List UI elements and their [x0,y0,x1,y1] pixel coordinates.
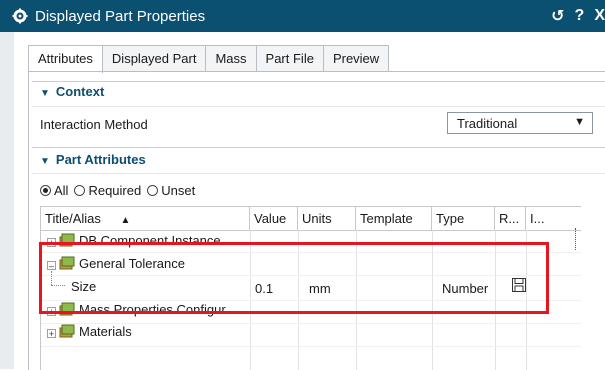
tree-line [51,285,65,287]
interaction-method-label: Interaction Method [40,117,148,132]
help-icon[interactable]: ? [575,7,585,25]
radio-all-label: All [54,183,69,198]
attribute-filter-radios: All Required Unset [40,183,201,198]
table-header: Title/Alias ▲ Value Units Template Type … [41,207,581,231]
column-units[interactable]: Units [298,207,356,230]
table-row[interactable]: Materials [79,324,132,339]
attribute-group-icon [59,233,75,247]
radio-unset[interactable] [147,185,159,196]
tab-mass[interactable]: Mass [205,45,257,72]
size-type[interactable]: Number [442,281,488,296]
tab-attributes[interactable]: Attributes [28,45,103,73]
column-type[interactable]: Type [432,207,495,230]
tab-part-file[interactable]: Part File [255,45,324,72]
table-row[interactable]: Mass Properties Configur... [79,302,236,317]
interaction-method-dropdown[interactable]: Traditional ▼ [447,112,593,134]
interaction-method-value: Traditional [457,116,518,131]
column-template[interactable]: Template [356,207,432,230]
reset-icon[interactable]: ↺ [551,6,564,26]
row-focus-indicator [575,228,577,250]
attributes-table: Title/Alias ▲ Value Units Template Type … [40,206,581,370]
radio-unset-label: Unset [161,183,196,198]
left-strip [0,32,14,369]
column-title-alias[interactable]: Title/Alias ▲ [41,207,250,230]
table-row[interactable]: General Tolerance [79,256,185,271]
section-divider [32,147,605,148]
column-title-label: Title/Alias [45,211,101,226]
chevron-down-icon: ▼ [40,156,50,167]
attribute-group-icon [59,324,75,338]
radio-required-label: Required [88,183,142,198]
expand-icon[interactable]: + [47,307,56,317]
section-divider [32,106,605,107]
collapse-icon[interactable]: – [47,261,56,271]
row-divider [41,275,581,276]
tab-preview[interactable]: Preview [322,45,390,72]
tab-bar: Attributes Displayed Part Mass Part File… [28,45,390,73]
column-value[interactable]: Value [250,207,298,230]
row-divider [41,346,581,347]
part-attributes-header-label: Part Attributes [55,152,146,167]
close-icon[interactable]: X [594,7,605,25]
radio-required[interactable] [74,185,86,196]
table-row[interactable]: Size [71,279,96,294]
expand-icon[interactable]: + [47,329,56,339]
column-r[interactable]: R... [495,207,526,230]
row-divider [41,300,581,301]
attribute-group-icon [59,256,75,270]
tab-displayed-part[interactable]: Displayed Part [101,45,207,72]
chevron-down-icon: ▼ [40,88,50,99]
size-units[interactable]: mm [309,281,331,296]
gear-icon [12,8,28,24]
radio-all[interactable] [40,185,51,196]
context-section-header[interactable]: ▼ Context [40,84,104,99]
section-divider [32,173,605,174]
tree-line [51,271,53,285]
expand-icon[interactable]: + [47,238,56,248]
context-header-label: Context [55,84,105,99]
row-divider [41,252,581,253]
sort-ascending-icon: ▲ [120,215,131,226]
save-icon[interactable] [511,277,527,293]
column-i[interactable]: I... [526,207,581,230]
window-title: Displayed Part Properties [35,7,206,25]
section-divider [32,81,605,82]
title-bar: Displayed Part Properties ↺ ? X [0,0,605,32]
attribute-group-icon [59,302,75,316]
size-value[interactable]: 0.1 [255,281,273,296]
chevron-down-icon: ▼ [574,116,585,128]
table-row[interactable]: DB Component Instance [79,233,221,248]
part-attributes-section-header[interactable]: ▼ Part Attributes [40,152,146,167]
